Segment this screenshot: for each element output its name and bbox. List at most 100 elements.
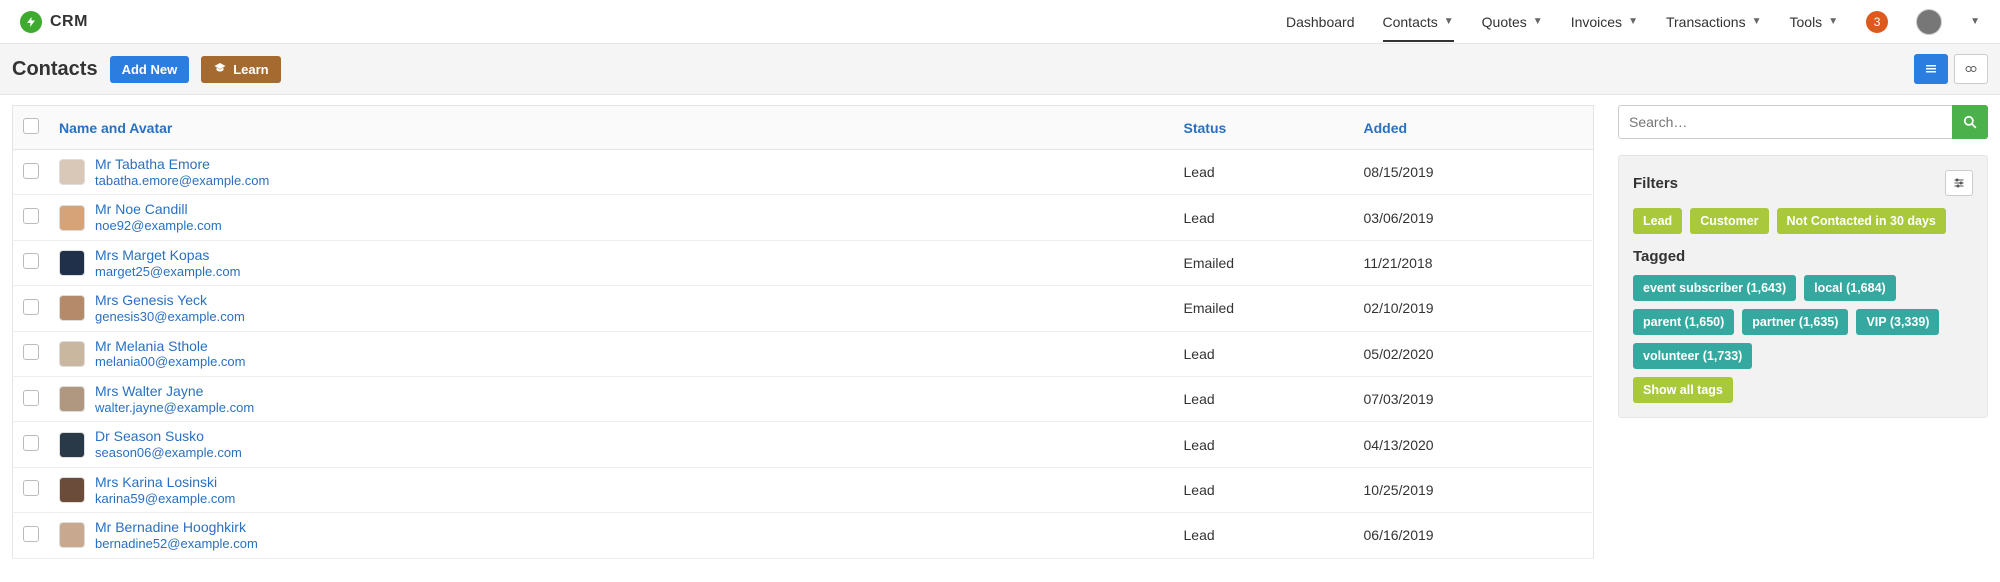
added-cell: 11/21/2018 [1354,240,1594,285]
contact-name-link[interactable]: Mrs Marget Kopas [95,247,240,264]
brand-logo-icon [20,11,42,33]
added-cell: 06/16/2019 [1354,513,1594,558]
contact-email-link[interactable]: walter.jayne@example.com [95,400,254,416]
filter-pill[interactable]: Lead [1633,208,1682,234]
row-checkbox[interactable] [23,526,39,542]
nav-item-invoices[interactable]: Invoices▼ [1571,2,1638,42]
list-view-button[interactable] [1914,54,1948,84]
status-cell: Lead [1174,195,1354,240]
contact-email-link[interactable]: noe92@example.com [95,218,222,234]
caret-down-icon: ▼ [1752,16,1762,27]
top-nav: CRM DashboardContacts▼Quotes▼Invoices▼Tr… [0,0,2000,44]
contact-email-link[interactable]: tabatha.emore@example.com [95,173,269,189]
tag-pill[interactable]: volunteer (1,733) [1633,343,1752,369]
filter-pill[interactable]: Not Contacted in 30 days [1777,208,1946,234]
nav-menu: DashboardContacts▼Quotes▼Invoices▼Transa… [1286,2,1980,42]
brand[interactable]: CRM [20,11,88,33]
contact-name-link[interactable]: Mr Bernadine Hooghkirk [95,519,258,536]
search-button[interactable] [1952,105,1988,139]
row-checkbox[interactable] [23,390,39,406]
row-checkbox[interactable] [23,480,39,496]
brand-name: CRM [50,13,88,31]
contact-email-link[interactable]: bernadine52@example.com [95,536,258,552]
table-row: Mr Melania Stholemelania00@example.comLe… [13,331,1594,376]
filter-settings-button[interactable] [1945,170,1973,196]
contact-email-link[interactable]: genesis30@example.com [95,309,245,325]
contact-name-link[interactable]: Mrs Walter Jayne [95,383,254,400]
tag-pill[interactable]: event subscriber (1,643) [1633,275,1796,301]
contact-name-link[interactable]: Mrs Karina Losinski [95,474,235,491]
search-icon [1963,115,1977,129]
nav-item-label: Quotes [1482,14,1527,30]
main-area: Name and Avatar Status Added Mr Tabatha … [0,95,2000,569]
contact-name-link[interactable]: Mrs Genesis Yeck [95,292,245,309]
alt-view-button[interactable] [1954,54,1988,84]
nav-item-label: Contacts [1383,14,1438,30]
filters-panel: Filters LeadCustomerNot Contacted in 30 … [1618,155,1988,418]
status-cell: Emailed [1174,240,1354,285]
learn-label: Learn [233,62,268,77]
contact-avatar [59,522,85,548]
contact-name-link[interactable]: Mr Tabatha Emore [95,156,269,173]
notification-badge[interactable]: 3 [1866,11,1888,33]
tagged-title: Tagged [1633,248,1973,265]
nav-item-label: Invoices [1571,14,1622,30]
graduation-cap-icon [213,62,227,77]
learn-button[interactable]: Learn [201,56,280,83]
user-avatar[interactable] [1916,9,1942,35]
show-all-tags-button[interactable]: Show all tags [1633,377,1733,403]
contact-email-link[interactable]: karina59@example.com [95,491,235,507]
contact-name-link[interactable]: Mr Noe Candill [95,201,222,218]
row-checkbox[interactable] [23,344,39,360]
contact-avatar [59,295,85,321]
tag-pill[interactable]: partner (1,635) [1742,309,1848,335]
user-menu-caret-icon[interactable]: ▼ [1970,16,1980,27]
column-added[interactable]: Added [1354,106,1594,150]
table-row: Dr Season Suskoseason06@example.comLead0… [13,422,1594,467]
nav-item-dashboard[interactable]: Dashboard [1286,2,1355,42]
sliders-icon [1952,177,1966,189]
contact-name-link[interactable]: Dr Season Susko [95,428,242,445]
contact-avatar [59,432,85,458]
caret-down-icon: ▼ [1444,16,1454,27]
status-cell: Emailed [1174,286,1354,331]
search-input[interactable] [1618,105,1952,139]
tag-pill[interactable]: local (1,684) [1804,275,1896,301]
column-status[interactable]: Status [1174,106,1354,150]
status-cell: Lead [1174,513,1354,558]
contact-avatar [59,386,85,412]
filter-pill[interactable]: Customer [1690,208,1768,234]
contact-avatar [59,341,85,367]
contacts-table: Name and Avatar Status Added Mr Tabatha … [12,105,1594,559]
contact-email-link[interactable]: season06@example.com [95,445,242,461]
search-row [1618,105,1988,139]
row-checkbox[interactable] [23,163,39,179]
nav-item-transactions[interactable]: Transactions ▼ [1666,2,1762,42]
nav-item-label: Dashboard [1286,14,1355,30]
added-cell: 03/06/2019 [1354,195,1594,240]
row-checkbox[interactable] [23,253,39,269]
table-row: Mrs Genesis Yeckgenesis30@example.com Ema… [13,286,1594,331]
added-cell: 10/25/2019 [1354,467,1594,512]
tag-pill[interactable]: VIP (3,339) [1856,309,1939,335]
row-checkbox[interactable] [23,208,39,224]
add-new-button[interactable]: Add New [110,56,190,83]
add-new-label: Add New [122,62,178,77]
nav-item-label: Transactions [1666,14,1746,30]
page-header: Contacts Add New Learn [0,44,2000,95]
table-row: Mrs Walter Jaynewalter.jayne@example.com… [13,376,1594,421]
tag-pill[interactable]: parent (1,650) [1633,309,1734,335]
contact-name-link[interactable]: Mr Melania Sthole [95,338,246,355]
added-cell: 04/13/2020 [1354,422,1594,467]
nav-item-tools[interactable]: Tools▼ [1790,2,1839,42]
added-cell: 08/15/2019 [1354,150,1594,195]
column-name[interactable]: Name and Avatar [49,106,1174,150]
contact-email-link[interactable]: melania00@example.com [95,354,246,370]
nav-item-contacts[interactable]: Contacts ▼ [1383,2,1454,42]
row-checkbox[interactable] [23,299,39,315]
nav-item-quotes[interactable]: Quotes▼ [1482,2,1543,42]
tag-pills: event subscriber (1,643) local (1,684) par… [1633,275,1973,369]
contact-email-link[interactable]: marget25@example.com [95,264,240,280]
row-checkbox[interactable] [23,435,39,451]
select-all-checkbox[interactable] [23,118,39,134]
